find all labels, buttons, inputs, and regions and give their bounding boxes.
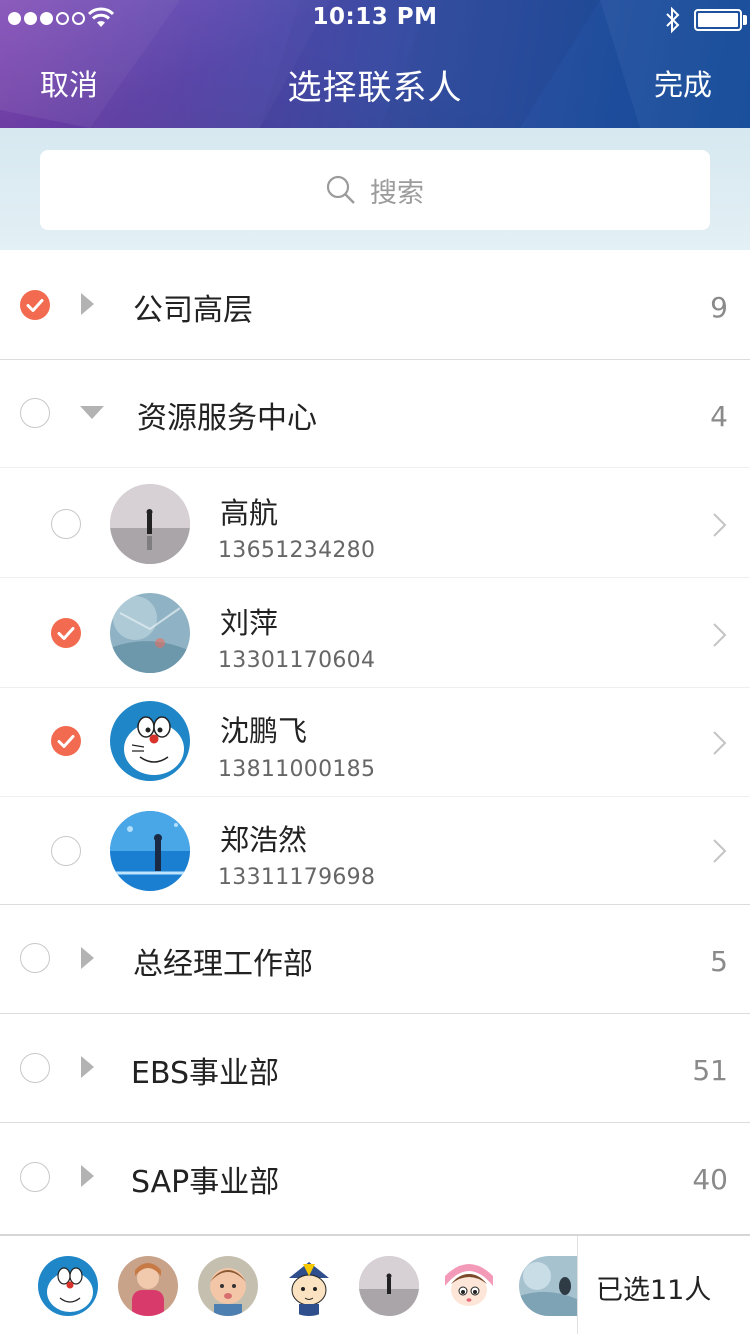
- done-button[interactable]: 完成: [654, 62, 712, 104]
- group-row-ebs-division[interactable]: EBS事业部 51: [0, 1014, 750, 1122]
- battery-icon: [694, 9, 742, 31]
- selected-contacts-bar: 已选11人: [0, 1234, 750, 1334]
- collapse-arrow-icon[interactable]: [80, 406, 104, 419]
- group-checkbox[interactable]: [20, 398, 50, 428]
- page-title: 选择联系人: [287, 68, 463, 108]
- list-item-member[interactable]: 沈鹏飞 13811000185: [0, 688, 750, 796]
- member-phone: 13811000185: [218, 757, 376, 782]
- member-phone: 13311179698: [218, 865, 376, 890]
- underwater-avatar: [110, 593, 190, 673]
- group-name: 公司高层: [133, 293, 253, 328]
- group-checkbox[interactable]: [20, 943, 50, 973]
- member-name: 高航: [220, 496, 279, 530]
- group-row-gm-office[interactable]: 总经理工作部 5: [0, 905, 750, 1013]
- chevron-right-icon[interactable]: [712, 512, 728, 538]
- group-name: 资源服务中心: [137, 401, 317, 436]
- member-name: 刘萍: [220, 606, 279, 640]
- status-bar: 10:13 PM: [0, 0, 750, 40]
- person-on-beach-avatar: [110, 484, 190, 564]
- checkmark-icon: [57, 735, 75, 748]
- expand-arrow-icon[interactable]: [81, 947, 94, 969]
- expand-arrow-icon[interactable]: [81, 293, 94, 315]
- search-area: 搜索: [0, 128, 750, 250]
- expand-arrow-icon[interactable]: [81, 1056, 94, 1078]
- group-checkbox[interactable]: [20, 1053, 50, 1083]
- group-count: 40: [692, 1163, 728, 1196]
- member-checkbox-checked[interactable]: [51, 726, 81, 756]
- doraemon-avatar: [110, 701, 190, 781]
- list-item-member[interactable]: 高航 13651234280: [0, 468, 750, 577]
- list-item-member[interactable]: 郑浩然 13311179698: [0, 797, 750, 904]
- search-placeholder: 搜索: [370, 177, 424, 209]
- group-row-resource-service-center[interactable]: 资源服务中心 4: [0, 360, 750, 467]
- selected-avatar-cartoon-girl[interactable]: [439, 1256, 499, 1316]
- member-checkbox[interactable]: [51, 836, 81, 866]
- selected-count-label[interactable]: 已选11人: [596, 1268, 711, 1307]
- group-count: 5: [710, 945, 728, 978]
- chevron-right-icon[interactable]: [712, 838, 728, 864]
- selected-avatar-person-on-beach[interactable]: [359, 1256, 419, 1316]
- group-count: 9: [710, 291, 728, 324]
- member-phone: 13301170604: [218, 648, 376, 673]
- list-item-member[interactable]: 刘萍 13301170604: [0, 578, 750, 687]
- group-row-company-executives[interactable]: 公司高层 9: [0, 250, 750, 359]
- search-icon: [326, 175, 355, 204]
- member-checkbox-checked[interactable]: [51, 618, 81, 648]
- group-checkbox-checked[interactable]: [20, 290, 50, 320]
- expand-arrow-icon[interactable]: [81, 1165, 94, 1187]
- group-count: 4: [710, 400, 728, 433]
- selected-avatar-cartoon[interactable]: [279, 1256, 339, 1316]
- search-input[interactable]: 搜索: [40, 150, 710, 230]
- group-name: SAP事业部: [131, 1165, 280, 1200]
- selected-avatar-girl-pink[interactable]: [118, 1256, 178, 1316]
- group-row-sap-division[interactable]: SAP事业部 40: [0, 1123, 750, 1231]
- status-time: 10:13 PM: [312, 4, 438, 30]
- member-phone: 13651234280: [218, 538, 376, 563]
- chevron-right-icon[interactable]: [712, 730, 728, 756]
- member-checkbox[interactable]: [51, 509, 81, 539]
- group-checkbox[interactable]: [20, 1162, 50, 1192]
- bluetooth-icon: [666, 6, 680, 34]
- member-name: 郑浩然: [220, 823, 308, 857]
- selected-avatar-underwater[interactable]: [519, 1256, 577, 1316]
- selected-avatar-boy[interactable]: [198, 1256, 258, 1316]
- group-name: EBS事业部: [131, 1056, 280, 1091]
- group-count: 51: [692, 1054, 728, 1087]
- header: 10:13 PM 取消 选择联系人 完成: [0, 0, 750, 128]
- selected-avatar-doraemon[interactable]: [38, 1256, 98, 1316]
- battery-tip: [743, 15, 747, 25]
- selected-divider: [577, 1236, 578, 1334]
- group-name: 总经理工作部: [133, 947, 313, 982]
- member-name: 沈鹏飞: [220, 714, 308, 748]
- chevron-right-icon[interactable]: [712, 622, 728, 648]
- aquarium-avatar: [110, 811, 190, 891]
- checkmark-icon: [26, 299, 44, 312]
- checkmark-icon: [57, 627, 75, 640]
